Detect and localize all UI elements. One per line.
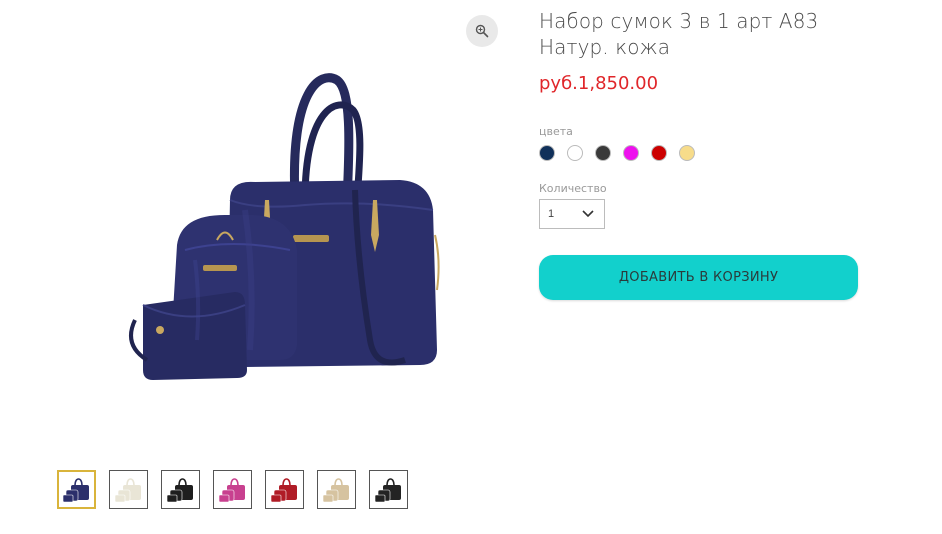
quantity-label: Количество [539,182,607,195]
color-swatch-cream[interactable] [679,145,695,161]
add-to-cart-label: ДОБАВИТЬ В КОРЗИНУ [618,270,779,285]
color-swatch-red[interactable] [651,145,667,161]
thumbnail-pink[interactable] [213,470,252,509]
thumbnail-strip [57,470,408,509]
color-swatch-navy[interactable] [539,145,555,161]
thumbnail-bag-image [166,478,193,503]
thumbnail-red[interactable] [265,470,304,509]
product-title: Набор сумок 3 в 1 арт A83 Натур. кожа [539,9,819,59]
thumbnail-bag-image [322,478,349,503]
thumbnail-bag-image [114,478,141,503]
product-price: руб.1,850.00 [539,73,659,94]
quantity-value: 1 [548,208,555,220]
thumbnail-navy[interactable] [57,470,96,509]
color-swatch-dark-gray[interactable] [595,145,611,161]
quantity-select[interactable]: 1 [539,199,605,229]
magnifier-icon [475,24,489,38]
color-swatch-white[interactable] [567,145,583,161]
add-to-cart-button[interactable]: ДОБАВИТЬ В КОРЗИНУ [539,255,858,300]
colors-label: цвета [539,125,573,138]
thumbnail-beige[interactable] [317,470,356,509]
thumbnail-black[interactable] [161,470,200,509]
main-product-image[interactable] [105,60,480,415]
chevron-down-icon [582,210,594,218]
thumbnail-bag-image [62,478,89,503]
thumbnail-white[interactable] [109,470,148,509]
color-swatches [539,145,695,161]
thumbnail-black-detail[interactable] [369,470,408,509]
color-swatch-magenta[interactable] [623,145,639,161]
product-gallery [0,0,520,534]
thumbnail-bag-image [374,478,401,503]
zoom-button[interactable] [466,15,498,47]
thumbnail-bag-image [218,478,245,503]
thumbnail-bag-image [270,478,297,503]
